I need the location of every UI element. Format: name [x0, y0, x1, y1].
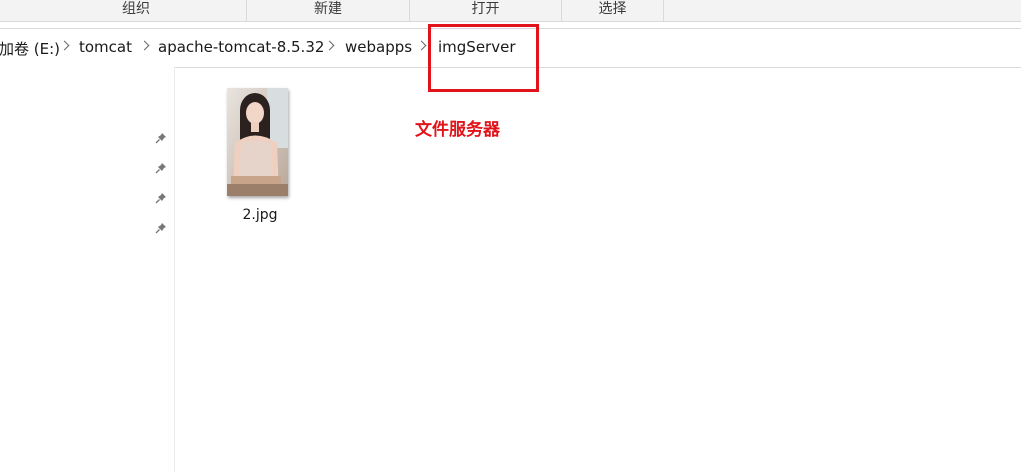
pin-icon[interactable]: [155, 192, 167, 204]
breadcrumb-apache-tomcat[interactable]: apache-tomcat-8.5.32: [158, 38, 324, 56]
pin-icon[interactable]: [155, 162, 167, 174]
ribbon-group-select[interactable]: 选择: [562, 0, 664, 21]
highlight-box: [428, 24, 539, 92]
ribbon-group-organize[interactable]: 组织: [26, 0, 247, 21]
ribbon-group-open[interactable]: 打开: [410, 0, 562, 21]
pin-icon[interactable]: [155, 222, 167, 234]
photo-thumbnail-icon[interactable]: [227, 88, 288, 196]
file-name[interactable]: 2.jpg: [218, 207, 302, 223]
ribbon-group-new[interactable]: 新建: [247, 0, 410, 21]
navigation-pane[interactable]: [0, 67, 175, 472]
breadcrumb-webapps[interactable]: webapps: [345, 38, 412, 56]
breadcrumb-tomcat[interactable]: tomcat: [79, 38, 132, 56]
chevron-right-icon[interactable]: [416, 40, 427, 51]
chevron-right-icon[interactable]: [139, 40, 150, 51]
chevron-right-icon[interactable]: [324, 40, 335, 51]
ribbon-group-bar: 组织 新建 打开 选择: [0, 0, 1021, 22]
pin-icon[interactable]: [155, 132, 167, 144]
annotation-label: 文件服务器: [415, 120, 500, 140]
breadcrumb-drive[interactable]: 加卷 (E:): [0, 38, 60, 59]
chevron-right-icon[interactable]: [59, 40, 70, 51]
